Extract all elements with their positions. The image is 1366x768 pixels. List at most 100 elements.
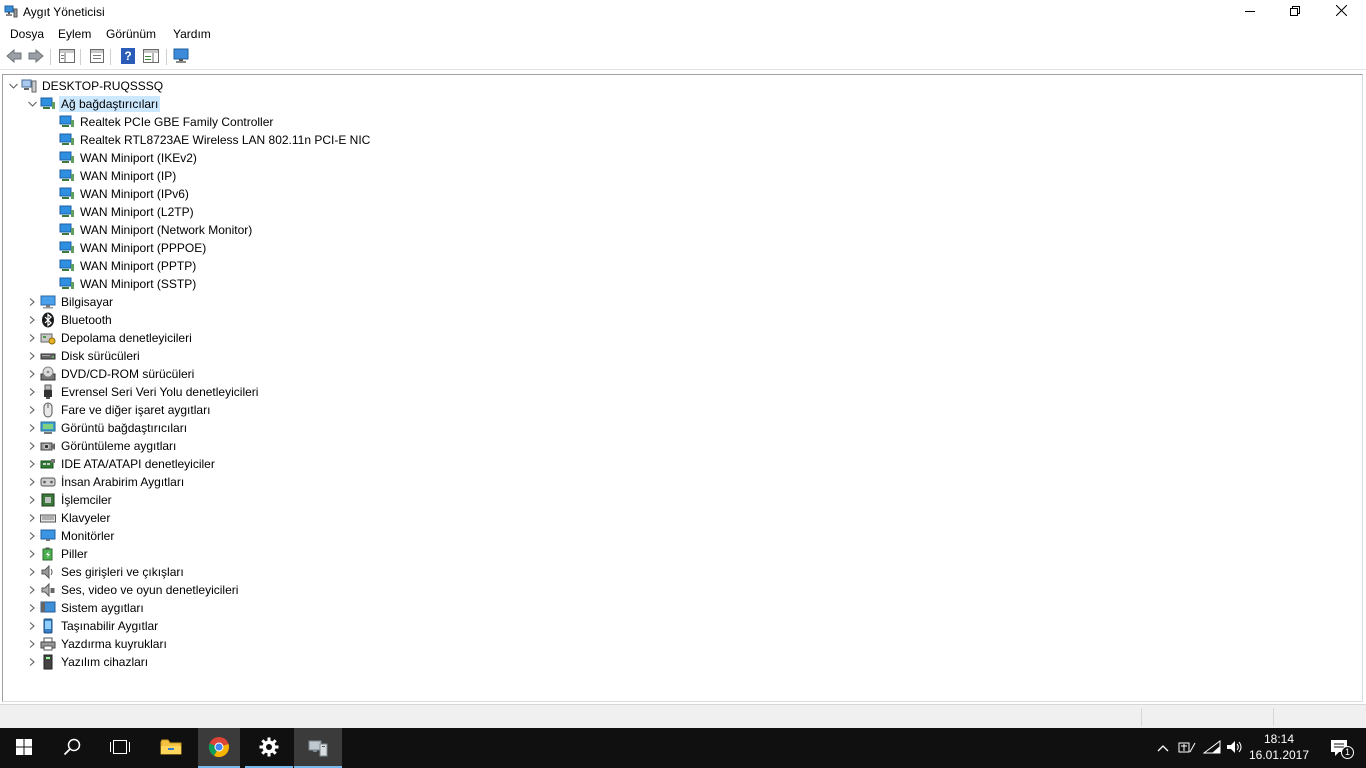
console-tree-button[interactable]: [57, 48, 77, 66]
tree-device[interactable]: WAN Miniport (IPv6): [43, 185, 191, 203]
tree-category[interactable]: Klavyeler: [24, 509, 112, 527]
tree-category-network-adapters[interactable]: Ağ bağdaştırıcıları: [24, 95, 161, 113]
tree-root[interactable]: DESKTOP-RUQSSSQ: [5, 77, 165, 95]
minimize-button[interactable]: [1227, 0, 1273, 24]
tree-category[interactable]: IDE ATA/ATAPI denetleyiciler: [24, 455, 217, 473]
tree-category[interactable]: Disk sürücüleri: [24, 347, 142, 365]
tree-item-label: Taşınabilir Aygıtlar: [61, 619, 159, 633]
tree-category[interactable]: Fare ve diğer işaret aygıtları: [24, 401, 212, 419]
title-bar: Aygıt Yöneticisi: [0, 0, 1366, 24]
forward-button[interactable]: [26, 48, 46, 66]
scan-hardware-button[interactable]: [172, 48, 192, 66]
tree-category[interactable]: Görüntüleme aygıtları: [24, 437, 178, 455]
tree-category[interactable]: Görüntü bağdaştırıcıları: [24, 419, 189, 437]
device-tree[interactable]: DESKTOP-RUQSSSQ Ağ bağdaştırıcıları Realte…: [2, 74, 1363, 702]
chevron-right-icon[interactable]: [24, 311, 40, 329]
chevron-right-icon[interactable]: [24, 635, 40, 653]
tree-category[interactable]: Taşınabilir Aygıtlar: [24, 617, 160, 635]
clock-date: 16.01.2017: [1248, 748, 1310, 762]
chevron-right-icon[interactable]: [24, 617, 40, 635]
device-manager-taskbar-button[interactable]: [294, 728, 342, 768]
chevron-right-icon[interactable]: [24, 293, 40, 311]
menu-bar: Dosya Eylem Görünüm Yardım: [0, 24, 1366, 44]
bluetooth-icon: [40, 312, 56, 328]
chevron-down-icon[interactable]: [5, 77, 21, 95]
menu-action[interactable]: Eylem: [58, 27, 91, 41]
chevron-right-icon[interactable]: [24, 599, 40, 617]
search-button[interactable]: [48, 728, 96, 768]
tree-device[interactable]: WAN Miniport (PPTP): [43, 257, 198, 275]
tree-device[interactable]: WAN Miniport (SSTP): [43, 275, 198, 293]
toolbar: ?: [0, 44, 1366, 70]
restore-button[interactable]: [1272, 0, 1318, 24]
tree-device[interactable]: WAN Miniport (IKEv2): [43, 149, 199, 167]
chevron-right-icon[interactable]: [24, 491, 40, 509]
tree-category[interactable]: Bilgisayar: [24, 293, 115, 311]
volume-button[interactable]: [1224, 728, 1246, 768]
chevron-right-icon[interactable]: [24, 401, 40, 419]
tree-item-label: Yazılım cihazları: [61, 655, 149, 669]
chevron-right-icon[interactable]: [24, 329, 40, 347]
tree-category[interactable]: Yazdırma kuyrukları: [24, 635, 169, 653]
network-button[interactable]: [1201, 728, 1223, 768]
tree-category[interactable]: İnsan Arabirim Aygıtları: [24, 473, 186, 491]
tree-category[interactable]: İşlemciler: [24, 491, 114, 509]
tree-category[interactable]: Piller: [24, 545, 90, 563]
chevron-right-icon[interactable]: [24, 473, 40, 491]
task-view-button[interactable]: [96, 728, 144, 768]
chevron-right-icon[interactable]: [24, 581, 40, 599]
chevron-right-icon[interactable]: [24, 509, 40, 527]
tree-category[interactable]: Yazılım cihazları: [24, 653, 150, 671]
chevron-right-icon[interactable]: [24, 365, 40, 383]
tree-category[interactable]: DVD/CD-ROM sürücüleri: [24, 365, 196, 383]
chevron-right-icon[interactable]: [24, 437, 40, 455]
menu-help[interactable]: Yardım: [173, 27, 211, 41]
tree-category[interactable]: Bluetooth: [24, 311, 114, 329]
chevron-right-icon[interactable]: [24, 545, 40, 563]
input-language-button[interactable]: [1176, 728, 1198, 768]
processor-icon: [40, 492, 56, 508]
tree-item-label: WAN Miniport (IKEv2): [80, 151, 197, 165]
show-hidden-icons-button[interactable]: [1153, 728, 1173, 768]
chevron-right-icon[interactable]: [24, 419, 40, 437]
menu-view[interactable]: Görünüm: [106, 27, 156, 41]
chrome-button[interactable]: [198, 728, 240, 768]
start-button[interactable]: [0, 728, 48, 768]
chevron-right-icon[interactable]: [24, 455, 40, 473]
tree-category[interactable]: Ses, video ve oyun denetleyicileri: [24, 581, 240, 599]
tree-category[interactable]: Sistem aygıtları: [24, 599, 146, 617]
tree-category[interactable]: Ses girişleri ve çıkışları: [24, 563, 186, 581]
storage-controller-icon: [40, 330, 56, 346]
chevron-right-icon[interactable]: [24, 347, 40, 365]
tree-item-label: Görüntüleme aygıtları: [61, 439, 177, 453]
tree-device[interactable]: WAN Miniport (IP): [43, 167, 178, 185]
tree-device[interactable]: WAN Miniport (Network Monitor): [43, 221, 254, 239]
close-button[interactable]: [1318, 0, 1364, 24]
tree-category[interactable]: Evrensel Seri Veri Yolu denetleyicileri: [24, 383, 260, 401]
tree-category[interactable]: Monitörler: [24, 527, 116, 545]
chevron-right-icon[interactable]: [24, 527, 40, 545]
forward-arrow-icon: [28, 48, 44, 66]
tree-item-label: Sistem aygıtları: [61, 601, 144, 615]
tree-device[interactable]: WAN Miniport (L2TP): [43, 203, 196, 221]
printer-icon: [40, 636, 56, 652]
computer-monitor-icon: [40, 294, 56, 310]
settings-button[interactable]: [245, 728, 293, 768]
properties-button[interactable]: [87, 48, 107, 66]
clock-time: 18:14: [1263, 732, 1295, 746]
tree-device[interactable]: Realtek PCIe GBE Family Controller: [43, 113, 275, 131]
chevron-right-icon[interactable]: [24, 563, 40, 581]
action-pane-button[interactable]: [141, 48, 161, 66]
tree-category[interactable]: Depolama denetleyicileri: [24, 329, 194, 347]
tree-device[interactable]: Realtek RTL8723AE Wireless LAN 802.11n P…: [43, 131, 372, 149]
chevron-right-icon[interactable]: [24, 653, 40, 671]
back-button[interactable]: [4, 48, 24, 66]
action-center-button[interactable]: 1: [1318, 728, 1362, 768]
help-button[interactable]: ?: [118, 47, 138, 66]
file-explorer-button[interactable]: [147, 728, 195, 768]
menu-file[interactable]: Dosya: [10, 27, 44, 41]
tree-device[interactable]: WAN Miniport (PPPOE): [43, 239, 208, 257]
chevron-down-icon[interactable]: [24, 95, 40, 113]
clock[interactable]: 18:14 16.01.2017: [1244, 731, 1314, 763]
chevron-right-icon[interactable]: [24, 383, 40, 401]
